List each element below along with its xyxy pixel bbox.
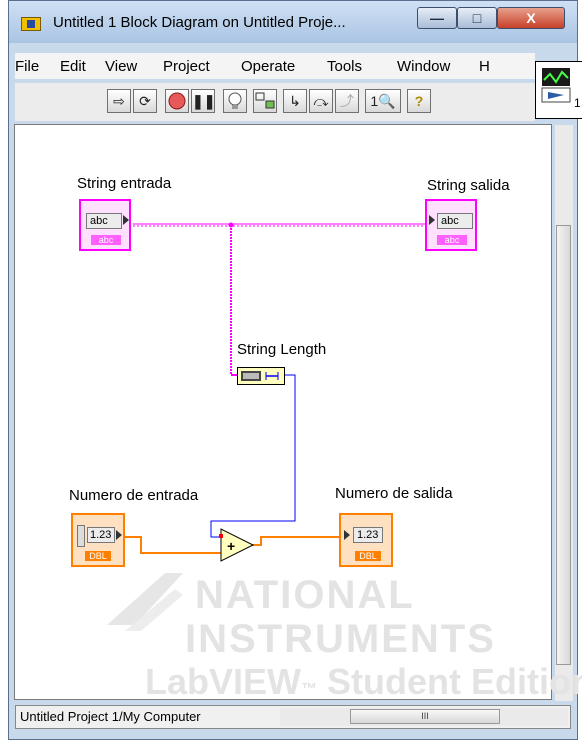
- string-out-value: abc: [437, 213, 473, 229]
- num-in-stepper-icon: [77, 525, 85, 547]
- abort-icon: [168, 92, 186, 110]
- num-out-type: DBL: [355, 551, 381, 561]
- step-into-button[interactable]: ↳: [283, 89, 307, 113]
- project-path: Untitled Project 1/My Computer: [20, 709, 201, 724]
- menu-bar: File Edit View Project Operate Tools Win…: [15, 53, 535, 79]
- pause-button[interactable]: ❚❚: [191, 89, 215, 113]
- input-arrow-icon: [429, 215, 435, 225]
- connector-number: 1: [574, 96, 581, 110]
- minimize-icon: —: [430, 10, 444, 26]
- menu-file[interactable]: File: [15, 58, 39, 75]
- output-arrow-icon: [123, 215, 129, 225]
- vertical-scrollbar[interactable]: [555, 125, 573, 701]
- menu-tools[interactable]: Tools: [327, 58, 362, 75]
- horizontal-scroll-thumb[interactable]: III: [350, 709, 500, 724]
- toolbar: ⇨ ⟳ ❚❚ ↳ ⤼ ⤴ 1🔍 ?: [15, 83, 535, 121]
- menu-window[interactable]: Window: [397, 58, 450, 75]
- string-out-terminal[interactable]: abc abc: [425, 199, 477, 251]
- close-button[interactable]: X: [497, 7, 565, 29]
- window-title: Untitled 1 Block Diagram on Untitled Pro…: [53, 14, 346, 31]
- add-node[interactable]: +: [219, 528, 255, 562]
- menu-operate[interactable]: Operate: [241, 58, 295, 75]
- run-button[interactable]: ⇨: [107, 89, 131, 113]
- context-help-button[interactable]: ?: [407, 89, 431, 113]
- output-arrow-icon: [116, 530, 122, 540]
- zoom-icon: 🔍: [378, 93, 396, 109]
- retain-wire-values-button[interactable]: [253, 89, 277, 113]
- string-length-function[interactable]: [237, 367, 285, 385]
- status-bar: Untitled Project 1/My Computer III: [15, 705, 571, 729]
- num-in-type: DBL: [85, 551, 111, 561]
- pause-icon: ❚❚: [192, 93, 216, 109]
- text-settings-button[interactable]: 1🔍: [365, 89, 401, 113]
- menu-edit[interactable]: Edit: [60, 58, 86, 75]
- step-out-button[interactable]: ⤴: [335, 89, 359, 113]
- vertical-scroll-thumb[interactable]: [556, 225, 571, 665]
- abort-button[interactable]: [165, 89, 189, 113]
- length-wire[interactable]: [210, 374, 296, 538]
- num-out-value: 1.23: [353, 527, 383, 543]
- minimize-button[interactable]: —: [417, 7, 457, 29]
- menu-help[interactable]: H: [479, 58, 490, 75]
- run-arrow-icon: ⇨: [113, 93, 125, 109]
- run-continuously-icon: ⟳: [139, 93, 151, 109]
- maximize-button[interactable]: □: [457, 7, 497, 29]
- close-icon: X: [526, 10, 536, 26]
- labview-block-diagram-icon: [21, 17, 41, 31]
- title-bar[interactable]: Untitled 1 Block Diagram on Untitled Pro…: [9, 1, 577, 43]
- string-in-terminal[interactable]: abc abc: [79, 199, 131, 251]
- step-over-icon: ⤼: [313, 93, 329, 109]
- horizontal-scrollbar[interactable]: III: [280, 708, 568, 726]
- add-symbol: +: [227, 538, 235, 554]
- string-in-value: abc: [86, 213, 122, 229]
- retain-wire-values-icon: [255, 92, 275, 109]
- add-out-wire[interactable]: [251, 536, 345, 546]
- string-length-icon: [241, 371, 279, 381]
- num-in-terminal[interactable]: 1.23 DBL: [71, 513, 125, 567]
- string-out-type: abc: [437, 235, 467, 245]
- string-in-type: abc: [91, 235, 121, 245]
- input-arrow-icon: [344, 530, 350, 540]
- step-over-button[interactable]: ⤼: [309, 89, 333, 113]
- step-out-icon: ⤴: [340, 93, 354, 109]
- string-wire[interactable]: [133, 222, 425, 376]
- num-in-wire[interactable]: [125, 536, 221, 554]
- highlight-execution-button[interactable]: [223, 89, 247, 113]
- font-size-field: 1: [370, 93, 379, 109]
- maximize-icon: □: [472, 10, 482, 26]
- run-continuously-button[interactable]: ⟳: [133, 89, 157, 113]
- num-out-terminal[interactable]: 1.23 DBL: [339, 513, 393, 567]
- menu-view[interactable]: View: [105, 58, 137, 75]
- context-help-icon: ?: [414, 93, 424, 109]
- block-diagram-canvas[interactable]: NATIONAL INSTRUMENTS LabVIEW™ Student Ed…: [14, 124, 582, 702]
- num-in-value: 1.23: [87, 527, 115, 543]
- step-into-icon: ↳: [289, 93, 301, 109]
- vi-icon-connector-pane[interactable]: 1: [535, 61, 582, 119]
- menu-project[interactable]: Project: [163, 58, 210, 75]
- highlight-bulb-icon: [228, 92, 242, 109]
